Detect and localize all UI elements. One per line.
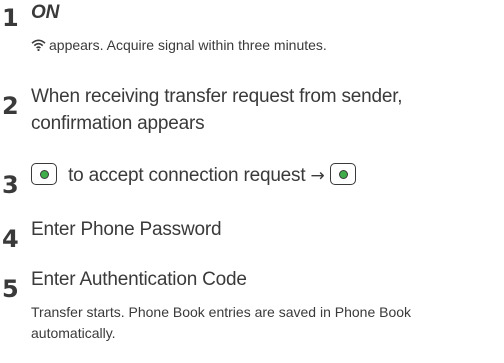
step-number: 1 bbox=[2, 4, 19, 32]
step-number: 3 bbox=[2, 171, 19, 199]
step-instruction: Enter Phone Password bbox=[31, 219, 222, 240]
step-instruction: ON bbox=[31, 2, 60, 23]
step-note-line-2: automatically. bbox=[31, 325, 116, 341]
step-instruction-line-2: confirmation appears bbox=[31, 113, 205, 134]
center-key-icon bbox=[31, 163, 57, 185]
step-note-line-1: Transfer starts. Phone Book entries are … bbox=[31, 304, 412, 320]
center-key-dot bbox=[338, 169, 348, 179]
step-instruction: to accept connection request → bbox=[31, 163, 357, 189]
center-key-dot bbox=[39, 169, 49, 179]
step-number: 2 bbox=[2, 92, 19, 120]
center-key-icon bbox=[330, 163, 357, 185]
wireless-signal-icon bbox=[31, 39, 46, 51]
step-note-text: appears. Acquire signal within three min… bbox=[49, 37, 327, 53]
step-number: 4 bbox=[2, 225, 19, 253]
step-instruction-line-1: When receiving transfer request from sen… bbox=[31, 86, 403, 107]
step-note: appears. Acquire signal within three min… bbox=[31, 35, 501, 55]
arrow-right-icon: → bbox=[310, 166, 325, 186]
step-instruction: Enter Authentication Code bbox=[31, 269, 247, 290]
step-number: 5 bbox=[2, 275, 19, 303]
step-instruction-text: to accept connection request bbox=[68, 165, 306, 186]
